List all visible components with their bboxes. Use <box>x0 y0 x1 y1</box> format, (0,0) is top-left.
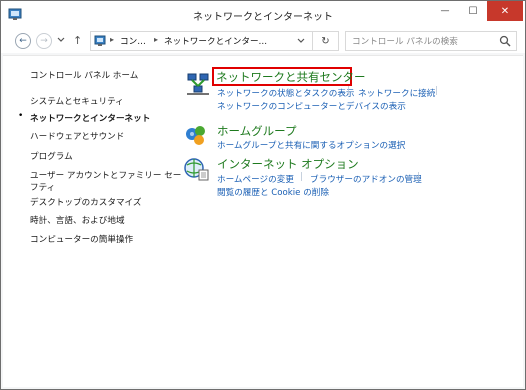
sidebar-item-personalization[interactable]: デスクトップのカスタマイズ <box>30 196 141 208</box>
sidebar-item-user-accounts-wrap[interactable]: フティ <box>30 181 55 193</box>
address-dropdown-button[interactable] <box>292 32 309 50</box>
internet-options-icon[interactable] <box>183 156 209 182</box>
search-icon[interactable] <box>499 35 511 47</box>
navigation-bar: ← → ↑ ▸ コン… ▸ ネットワークとインター… ↻ コントロール パネルの… <box>1 29 525 53</box>
close-icon: ✕ <box>500 5 510 17</box>
sidebar-item-network-internet[interactable]: ネットワークとインターネット <box>30 112 150 124</box>
refresh-button[interactable]: ↻ <box>312 32 338 50</box>
link-separator: | <box>300 172 304 182</box>
link-change-homepage[interactable]: ホームページの変更 <box>217 173 294 185</box>
main-content: コントロール パネル ホーム システムとセキュリティ • ネットワークとインター… <box>3 55 523 387</box>
recent-locations-chevron-icon[interactable] <box>57 37 65 43</box>
sidebar-item-hardware-sound[interactable]: ハードウェアとサウンド <box>30 130 124 142</box>
maximize-button[interactable]: ☐ <box>459 1 487 21</box>
sidebar-item-programs[interactable]: プログラム <box>30 150 73 162</box>
search-box[interactable]: コントロール パネルの検索 <box>345 31 517 51</box>
link-connect-to-network[interactable]: ネットワークに接続 <box>358 87 435 99</box>
breadcrumb-separator-icon: ▸ <box>110 35 115 44</box>
forward-button[interactable]: → <box>36 33 52 49</box>
category-homegroup[interactable]: ホームグループ <box>217 123 296 139</box>
sidebar-item-ease-of-access[interactable]: コンピューターの簡単操作 <box>30 233 133 245</box>
control-panel-window: ネットワークとインターネット — ☐ ✕ ← → ↑ ▸ コン… ▸ ネットワー… <box>0 0 526 390</box>
address-bar[interactable]: ▸ コン… ▸ ネットワークとインター… ↻ <box>90 31 339 51</box>
breadcrumb-network-internet[interactable]: ネットワークとインター… <box>164 35 267 47</box>
arrow-right-icon: → <box>40 36 48 46</box>
link-separator: | <box>347 86 351 96</box>
link-homegroup-sharing-options[interactable]: ホームグループと共有に関するオプションの選択 <box>217 139 405 151</box>
link-separator: | <box>435 86 439 96</box>
link-delete-browsing-history[interactable]: 閲覧の履歴と Cookie の削除 <box>217 186 329 198</box>
title-bar[interactable]: ネットワークとインターネット — ☐ ✕ <box>1 1 525 29</box>
sidebar-item-clock-language-region[interactable]: 時計、言語、および地域 <box>30 214 125 226</box>
minimize-icon: — <box>440 6 450 16</box>
sidebar-item-system-security[interactable]: システムとセキュリティ <box>30 95 124 107</box>
category-internet-options[interactable]: インターネット オプション <box>217 156 359 172</box>
minimize-button[interactable]: — <box>431 1 459 21</box>
link-view-network-status[interactable]: ネットワークの状態とタスクの表示 <box>217 87 355 99</box>
maximize-icon: ☐ <box>468 5 478 17</box>
breadcrumb-separator-icon: ▸ <box>154 35 159 44</box>
refresh-icon: ↻ <box>321 35 330 47</box>
active-bullet-icon: • <box>18 111 24 121</box>
sidebar-item-control-panel-home[interactable]: コントロール パネル ホーム <box>30 69 138 81</box>
close-button[interactable]: ✕ <box>487 1 523 21</box>
chevron-down-icon <box>297 38 304 43</box>
search-input[interactable]: コントロール パネルの検索 <box>352 35 458 47</box>
arrow-left-icon: ← <box>19 36 27 46</box>
control-panel-small-icon <box>94 35 106 46</box>
network-sharing-icon[interactable] <box>185 70 211 96</box>
sidebar-item-user-accounts[interactable]: ユーザー アカウントとファミリー セー <box>30 169 181 181</box>
link-separator: | <box>417 172 421 182</box>
category-network-sharing-center[interactable]: ネットワークと共有センター <box>216 69 366 85</box>
homegroup-icon[interactable] <box>183 122 209 148</box>
breadcrumb-control-panel[interactable]: コン… <box>120 35 146 47</box>
back-button[interactable]: ← <box>15 33 31 49</box>
link-manage-browser-addons[interactable]: ブラウザーのアドオンの管理 <box>310 173 422 185</box>
up-arrow-icon[interactable]: ↑ <box>73 34 82 47</box>
link-view-network-computers[interactable]: ネットワークのコンピューターとデバイスの表示 <box>217 100 406 112</box>
